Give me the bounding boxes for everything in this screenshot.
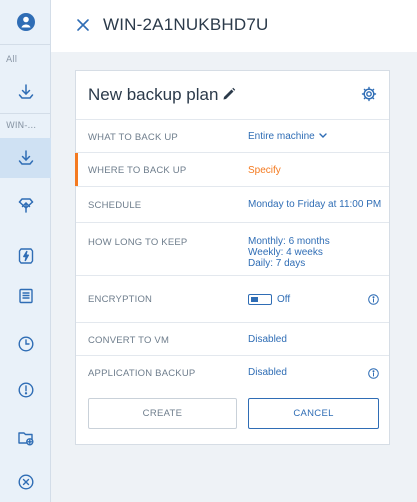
rail-label-all: All [6, 55, 18, 65]
retention-weekly: Weekly: 4 weeks [248, 247, 323, 258]
row-value-retention[interactable]: Monthly: 6 months Weekly: 4 weeks Daily:… [248, 236, 330, 269]
row-value-what[interactable]: Entire machine [248, 131, 327, 142]
row-encryption[interactable]: ENCRYPTION Off [76, 275, 389, 322]
row-label: SCHEDULE [88, 200, 142, 211]
pencil-icon[interactable] [222, 87, 236, 101]
toggle-knob [251, 297, 258, 302]
rail-alerts-button[interactable] [0, 370, 51, 410]
rail-label-device: WIN-... [6, 121, 37, 131]
row-label: APPLICATION BACKUP [88, 368, 196, 379]
recovery-icon [18, 198, 33, 213]
panel-header: WIN-2A1NUKBHD7U [51, 0, 417, 52]
main-area: New backup plan WHAT TO BACK UP Entire m… [51, 52, 417, 502]
row-value-where[interactable]: Specify [248, 165, 281, 176]
row-label: CONVERT TO VM [88, 335, 170, 346]
alert-icon [17, 382, 34, 398]
chevron-down-icon [319, 133, 327, 138]
row-where-to-back-up[interactable]: WHERE TO BACK UP Specify [75, 152, 389, 186]
row-retention[interactable]: HOW LONG TO KEEP Monthly: 6 months Weekl… [76, 222, 389, 275]
left-rail: All WIN-... [0, 0, 51, 502]
close-circle-icon [17, 474, 34, 490]
plan-title[interactable]: New backup plan [88, 85, 218, 105]
row-label: HOW LONG TO KEEP [88, 237, 188, 248]
rail-recovery-button[interactable] [0, 185, 51, 225]
row-schedule[interactable]: SCHEDULE Monday to Friday at 11:00 PM [76, 186, 389, 222]
row-convert-to-vm[interactable]: CONVERT TO VM Disabled [76, 322, 389, 355]
schedule-icon [17, 336, 34, 352]
row-value-app-backup[interactable]: Disabled [248, 367, 287, 378]
info-icon[interactable] [368, 368, 379, 379]
row-label: ENCRYPTION [88, 294, 153, 305]
rail-reports-button[interactable] [0, 276, 51, 316]
account-icon [16, 13, 35, 31]
retention-daily: Daily: 7 days [248, 258, 306, 269]
protection-icon [18, 248, 33, 264]
rail-schedule-button[interactable] [0, 324, 51, 364]
row-value-convert[interactable]: Disabled [248, 334, 287, 345]
rail-protection-button[interactable] [0, 236, 51, 276]
rail-backup-button[interactable] [0, 138, 51, 178]
backup-plan-card: New backup plan WHAT TO BACK UP Entire m… [75, 70, 390, 445]
close-icon[interactable] [75, 17, 91, 33]
rail-add-folder-button[interactable] [0, 418, 51, 458]
gear-icon[interactable] [361, 86, 377, 102]
backup-icon [18, 84, 33, 99]
what-value-text: Entire machine [248, 131, 315, 142]
info-icon[interactable] [368, 294, 379, 305]
rail-backup-all-button[interactable] [0, 72, 51, 112]
row-application-backup[interactable]: APPLICATION BACKUP Disabled [76, 355, 389, 388]
row-value-schedule[interactable]: Monday to Friday at 11:00 PM [248, 199, 381, 210]
cancel-button[interactable]: CANCEL [248, 398, 379, 429]
backup-icon [18, 150, 33, 165]
folder-add-icon [17, 432, 34, 446]
rail-remove-button[interactable] [0, 462, 51, 502]
encryption-state: Off [277, 294, 291, 305]
account-button[interactable] [0, 0, 51, 44]
report-icon [18, 288, 33, 304]
encryption-toggle[interactable] [248, 294, 272, 305]
row-label: WHAT TO BACK UP [88, 132, 178, 143]
plan-header: New backup plan [76, 71, 389, 119]
device-title: WIN-2A1NUKBHD7U [103, 15, 269, 34]
row-label: WHERE TO BACK UP [88, 165, 187, 176]
row-what-to-back-up[interactable]: WHAT TO BACK UP Entire machine [76, 119, 389, 152]
retention-monthly: Monthly: 6 months [248, 236, 330, 247]
create-button[interactable]: CREATE [88, 398, 237, 429]
